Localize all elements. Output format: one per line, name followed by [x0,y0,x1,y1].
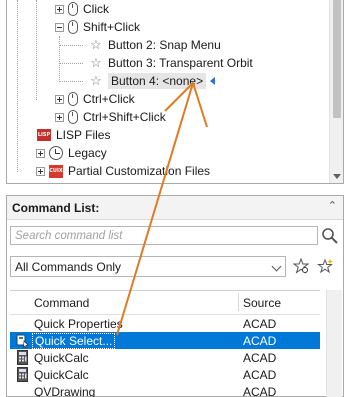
star-icon: ☆ [90,55,102,70]
table-header: Command Source [10,291,320,315]
column-header-source[interactable]: Source [243,296,281,310]
tree-item-button-4[interactable]: ☆ Button 4: <none> [87,72,216,90]
tree-guide [59,36,60,82]
source-cell: ACAD [243,317,277,331]
new-command-icon[interactable] [316,258,334,274]
mouse-icon [68,20,78,34]
collapse-icon[interactable] [55,22,64,32]
cuix-file-icon: CUIX [49,164,63,178]
tree-item-partial-customization-files[interactable]: CUIX Partial Customization Files [36,162,210,180]
collapse-panel-icon[interactable]: ⌃ [328,199,337,212]
table-row[interactable]: QVDrawing ACAD [10,383,320,397]
command-cell: QuickCalc [34,368,89,382]
search-icon[interactable] [321,227,339,245]
table-row[interactable]: QuickCalc ACAD [10,366,320,383]
tree-item-label: Shift+Click [83,20,141,34]
tree-item-label: Ctrl+Shift+Click [83,110,166,124]
lisp-files-icon: LISP [37,129,51,141]
command-list-panel: Command List: ⌃ All Commands Only Comman… [6,195,344,397]
column-divider[interactable] [238,293,239,311]
tree-scrollbar[interactable] [329,0,343,183]
scroll-down-icon[interactable] [333,174,341,179]
source-cell: ACAD [243,368,277,382]
quick-select-icon [16,334,29,348]
expand-icon[interactable] [55,4,64,14]
table-row-selected[interactable]: Quick Select... ACAD [10,332,320,349]
command-cell: QVDrawing [34,385,96,397]
chevron-down-icon[interactable] [271,261,282,272]
scrollbar-thumb[interactable] [333,0,341,118]
tree-item-label: Click [83,2,109,16]
tree-item-legacy[interactable]: Legacy [36,144,107,162]
tree-item-shift-click[interactable]: Shift+Click [55,18,140,36]
expand-icon[interactable] [55,94,64,104]
tree-item-label: Ctrl+Click [83,92,135,106]
tree-item-lisp-files[interactable]: LISP LISP Files [37,126,110,144]
command-cell: Quick Properties [34,317,123,331]
expand-icon[interactable] [36,166,45,176]
expand-icon[interactable] [36,148,45,158]
star-icon: ☆ [90,73,102,88]
filter-selected-value: All Commands Only [15,260,122,274]
command-cell: QuickCalc [34,351,89,365]
column-header-command[interactable]: Command [34,296,89,310]
legacy-icon [49,146,63,160]
tree-guide [59,45,83,46]
mouse-icon [68,110,78,124]
tree-item-label: Button 2: Snap Menu [108,38,221,52]
command-list-title: Command List: [12,201,100,215]
command-list-table: Command Source Quick Properties ACAD Qui… [10,290,320,397]
tree-guide [59,63,83,64]
tree-item-ctrl-shift-click[interactable]: Ctrl+Shift+Click [55,108,166,126]
tree-item-button-3[interactable]: ☆ Button 3: Transparent Orbit [87,54,253,72]
tree-guide [17,0,18,172]
source-cell: ACAD [243,351,277,365]
tree-item-label: Partial Customization Files [68,164,211,178]
tree-item-button-2[interactable]: ☆ Button 2: Snap Menu [87,36,221,54]
search-field[interactable] [11,227,317,244]
table-row[interactable]: QuickCalc ACAD [10,349,320,366]
search-input[interactable] [10,226,318,245]
tree-item-label: LISP Files [56,128,111,142]
command-list-scrollbar[interactable] [326,290,342,397]
calculator-icon [17,350,28,365]
source-cell: ACAD [243,385,277,397]
mouse-icon [68,92,78,106]
command-cell: Quick Select... [32,333,116,349]
tree-item-click[interactable]: Click [55,0,109,18]
expand-icon[interactable] [55,112,64,122]
tree-guide [59,81,83,82]
command-list-header: Command List: ⌃ [7,196,343,220]
source-cell: ACAD [243,334,277,348]
mouse-icon [68,2,78,16]
drop-target-marker-icon [210,77,216,85]
table-row[interactable]: Quick Properties ACAD [10,315,320,332]
tree-item-label: Legacy [68,146,107,160]
customization-tree: Click Shift+Click ☆ Button 2: Snap Menu … [6,0,344,184]
tree-guide [36,0,37,100]
calculator-icon [17,367,28,382]
star-icon: ☆ [90,37,102,52]
find-command-icon[interactable] [293,258,309,274]
tree-item-label: Button 4: <none> [108,73,207,89]
tree-item-label: Button 3: Transparent Orbit [108,56,253,70]
command-filter-dropdown[interactable]: All Commands Only [10,256,286,277]
tree-item-ctrl-click[interactable]: Ctrl+Click [55,90,135,108]
